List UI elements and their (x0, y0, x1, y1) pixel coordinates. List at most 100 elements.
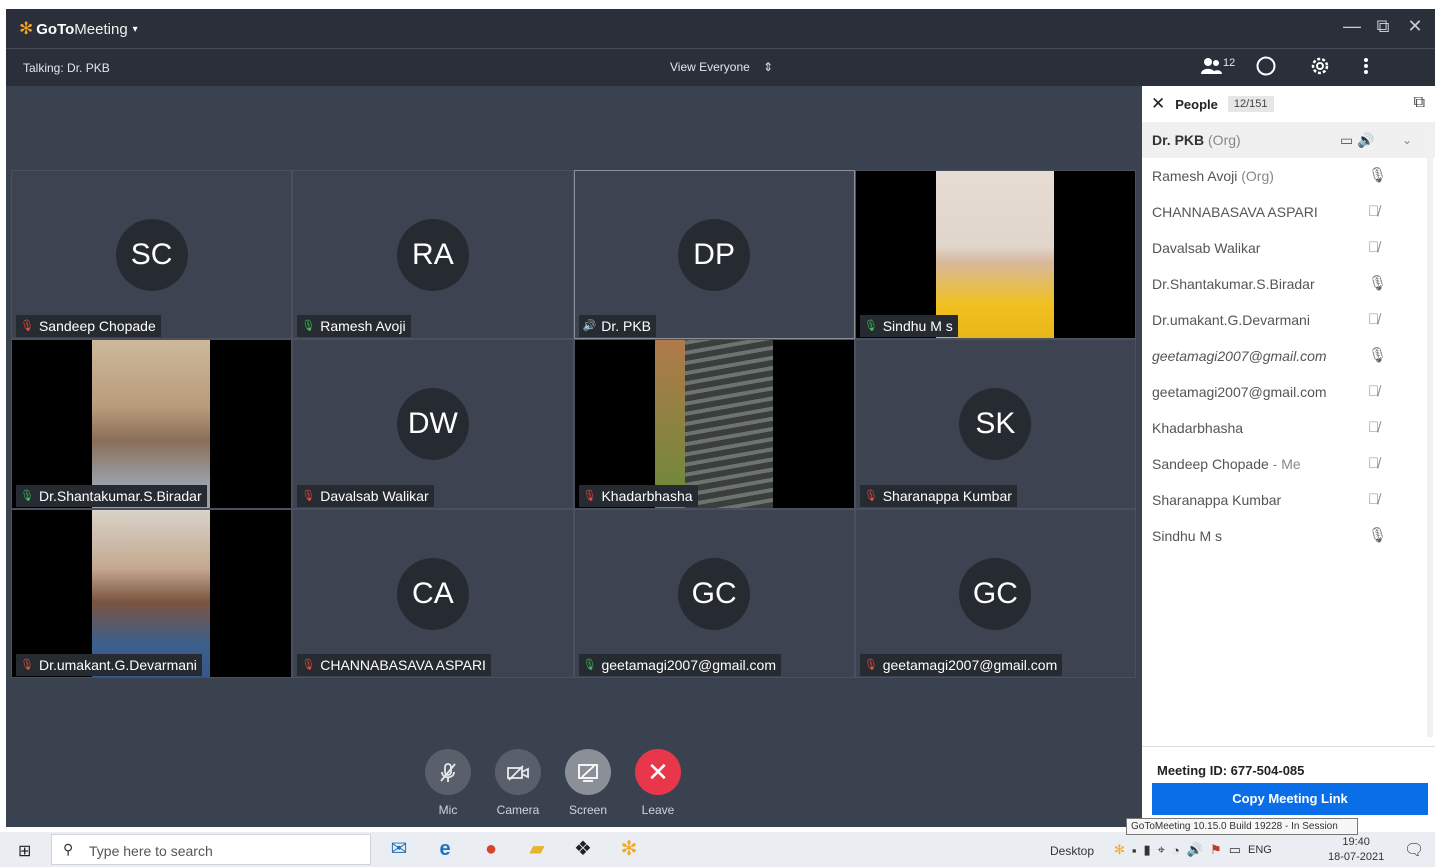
video-tile[interactable]: CA 🎙 CHANNABASAVA ASPARI (292, 508, 574, 678)
camera-button[interactable]: Camera (494, 749, 542, 817)
video-tile[interactable]: SK 🎙 Sharanappa Kumbar (854, 339, 1136, 509)
mic-label: Mic (438, 803, 458, 817)
app-menu[interactable]: ✻ GoTo Meeting ▾ (19, 19, 138, 39)
people-list-scrollbar[interactable] (1427, 122, 1433, 737)
chrome-icon[interactable]: ● (479, 836, 503, 862)
window-controls: — ⧉ ✕ (1343, 16, 1423, 37)
restore-button[interactable]: ⧉ (1375, 16, 1391, 37)
video-tile[interactable]: 🎙 Dr.umakant.G.Devarmani (11, 508, 293, 678)
edge-icon[interactable]: e (433, 836, 457, 862)
screen-label: Screen (568, 803, 608, 817)
notification-icon[interactable]: 🗨 (1404, 840, 1424, 860)
participant-name: Sindhu M s (1152, 528, 1223, 544)
avatar: SK (959, 388, 1032, 461)
gotomeeting-taskbar-icon[interactable]: ✻ (617, 836, 641, 862)
people-list-item[interactable]: geetamagi2007@gmail.com 🎙 (1142, 338, 1435, 374)
participant-nametag: 🎙 Sindhu M s (859, 315, 958, 338)
people-list-item[interactable]: Davalsab Walikar 🎙̸ (1142, 230, 1435, 266)
clock-date: 18-07-2021 (1328, 851, 1385, 863)
windows-start-icon[interactable]: ⊞ (18, 841, 31, 861)
video-tile[interactable]: 🎙 Khadarbhasha (573, 339, 855, 509)
close-window-button[interactable]: ✕ (1407, 16, 1423, 37)
screen-button[interactable]: Screen (564, 749, 612, 817)
mic-on-icon: 🎙 (301, 320, 316, 333)
participant-nametag: 🎙 Dr.umakant.G.Devarmani (16, 653, 202, 676)
people-list-item[interactable]: Dr.umakant.G.Devarmani 🎙̸ (1142, 302, 1435, 338)
people-list-item[interactable]: Sindhu M s 🎙 (1142, 518, 1435, 554)
taskbar-clock[interactable]: 19:40 18-07-2021 (1328, 835, 1384, 865)
people-list-item[interactable]: Sharanappa Kumbar 🎙̸ (1142, 482, 1435, 518)
mic-muted-icon: 🎙 (20, 320, 34, 333)
screen-share-icon (565, 749, 611, 795)
avatar: GC (959, 557, 1032, 630)
participant-nametag: 🔊 Dr. PKB (578, 315, 656, 338)
participant-name: Dr.Shantakumar.S.Biradar (1152, 276, 1315, 292)
copy-meeting-link-button[interactable]: Copy Meeting Link (1152, 783, 1428, 815)
people-count: 12 (1223, 57, 1236, 69)
mic-muted-icon: 🎙̸ (1368, 491, 1380, 508)
participant-nametag: 🎙 geetamagi2007@gmail.com (578, 653, 781, 676)
antivirus-icon[interactable]: ⚑ (1210, 842, 1222, 858)
view-selector[interactable]: View Everyone ⇕ (670, 60, 773, 74)
more-options-button[interactable] (1363, 57, 1369, 80)
mic-muted-icon: 🎙 (582, 489, 597, 502)
people-button[interactable]: 12 (1201, 57, 1235, 80)
video-tile-active-speaker[interactable]: DP 🔊 Dr. PKB (573, 170, 855, 340)
mic-muted-icon: 🎙̸ (1368, 203, 1380, 220)
people-list-item[interactable]: CHANNABASAVA ASPARI 🎙̸ (1142, 194, 1435, 230)
participant-name: Ramesh Avoji (320, 318, 406, 335)
chevron-down-icon[interactable]: ⌄ (1402, 122, 1412, 158)
people-list-item[interactable]: Dr. PKB (Org) ▭ 🔊 ⌄ (1142, 122, 1435, 158)
app-name-goto: GoTo (36, 20, 75, 38)
battery-icon[interactable]: ▭ (1229, 842, 1241, 858)
tray-app-icon[interactable]: ▪ (1132, 843, 1137, 858)
gotomeeting-tray-icon[interactable]: ✻ (1114, 842, 1125, 858)
minimize-button[interactable]: — (1343, 16, 1361, 37)
leave-button[interactable]: ✕ Leave (634, 749, 682, 817)
popout-icon[interactable]: ⧉ (1414, 94, 1425, 112)
file-explorer-icon[interactable]: ▰ (525, 836, 549, 862)
people-list-item[interactable]: Sandeep Chopade - Me 🎙̸ (1142, 446, 1435, 482)
volume-icon[interactable]: 🔊 (1187, 842, 1203, 858)
dropbox-icon[interactable]: ❖ (571, 836, 595, 862)
search-icon: ⚲ (63, 841, 74, 857)
video-tile[interactable]: 🎙 Sindhu M s (854, 170, 1136, 340)
video-tile[interactable]: 🎙 Dr.Shantakumar.S.Biradar (11, 339, 293, 509)
close-panel-icon[interactable]: ✕ (1151, 94, 1165, 114)
mic-button[interactable]: Mic (424, 749, 472, 817)
video-tile[interactable]: GC 🎙 geetamagi2007@gmail.com (573, 508, 855, 678)
chat-icon (1256, 56, 1276, 76)
taskbar-search[interactable]: ⚲ Type here to search (51, 834, 371, 865)
wifi-icon[interactable]: ◔ (1172, 843, 1180, 858)
people-list-item[interactable]: geetamagi2007@gmail.com 🎙̸ (1142, 374, 1435, 410)
people-list-item[interactable]: Khadarbhasha 🎙̸ (1142, 410, 1435, 446)
mail-icon[interactable]: ✉ (387, 836, 411, 862)
people-panel-header: ✕ People 12/151 ⧉ (1142, 86, 1435, 122)
people-count-badge: 12/151 (1227, 96, 1274, 112)
people-list-item[interactable]: Ramesh Avoji (Org) 🎙 (1142, 158, 1435, 194)
mic-muted-icon: 🎙 (301, 489, 316, 502)
usb-icon[interactable]: ▮ (1144, 842, 1151, 858)
app-name-meeting: Meeting (74, 20, 128, 38)
video-tile[interactable]: GC 🎙 geetamagi2007@gmail.com (854, 508, 1136, 678)
video-tile[interactable]: DW 🎙 Davalsab Walikar (292, 339, 574, 509)
settings-button[interactable] (1309, 55, 1331, 82)
language-indicator[interactable]: ENG (1248, 844, 1272, 856)
people-list-item[interactable]: Dr.Shantakumar.S.Biradar 🎙 (1142, 266, 1435, 302)
view-label: View Everyone (670, 60, 750, 74)
video-tile[interactable]: SC 🎙 Sandeep Chopade (11, 170, 293, 340)
desktop-label[interactable]: Desktop (1050, 844, 1094, 858)
system-tray: ✻ ▪ ▮ ⌖ ◔ 🔊 ⚑ ▭ ENG (1114, 842, 1272, 858)
mic-muted-icon: 🎙̸ (1368, 455, 1380, 472)
participant-name: geetamagi2007@gmail.com (601, 656, 776, 673)
people-panel-title: People (1175, 96, 1218, 112)
participant-name: Davalsab Walikar (320, 487, 429, 504)
screen-audio-icon: ▭ 🔊 (1340, 132, 1375, 148)
mic-on-icon: 🎙 (582, 658, 597, 671)
chat-button[interactable] (1255, 56, 1277, 81)
avatar: GC (678, 557, 751, 630)
people-panel-footer: Meeting ID: 677-504-085 Copy Meeting Lin… (1142, 746, 1435, 827)
participant-nametag: 🎙 Sharanappa Kumbar (859, 484, 1017, 507)
network-icon[interactable]: ⌖ (1158, 842, 1165, 858)
video-tile[interactable]: RA 🎙 Ramesh Avoji (292, 170, 574, 340)
